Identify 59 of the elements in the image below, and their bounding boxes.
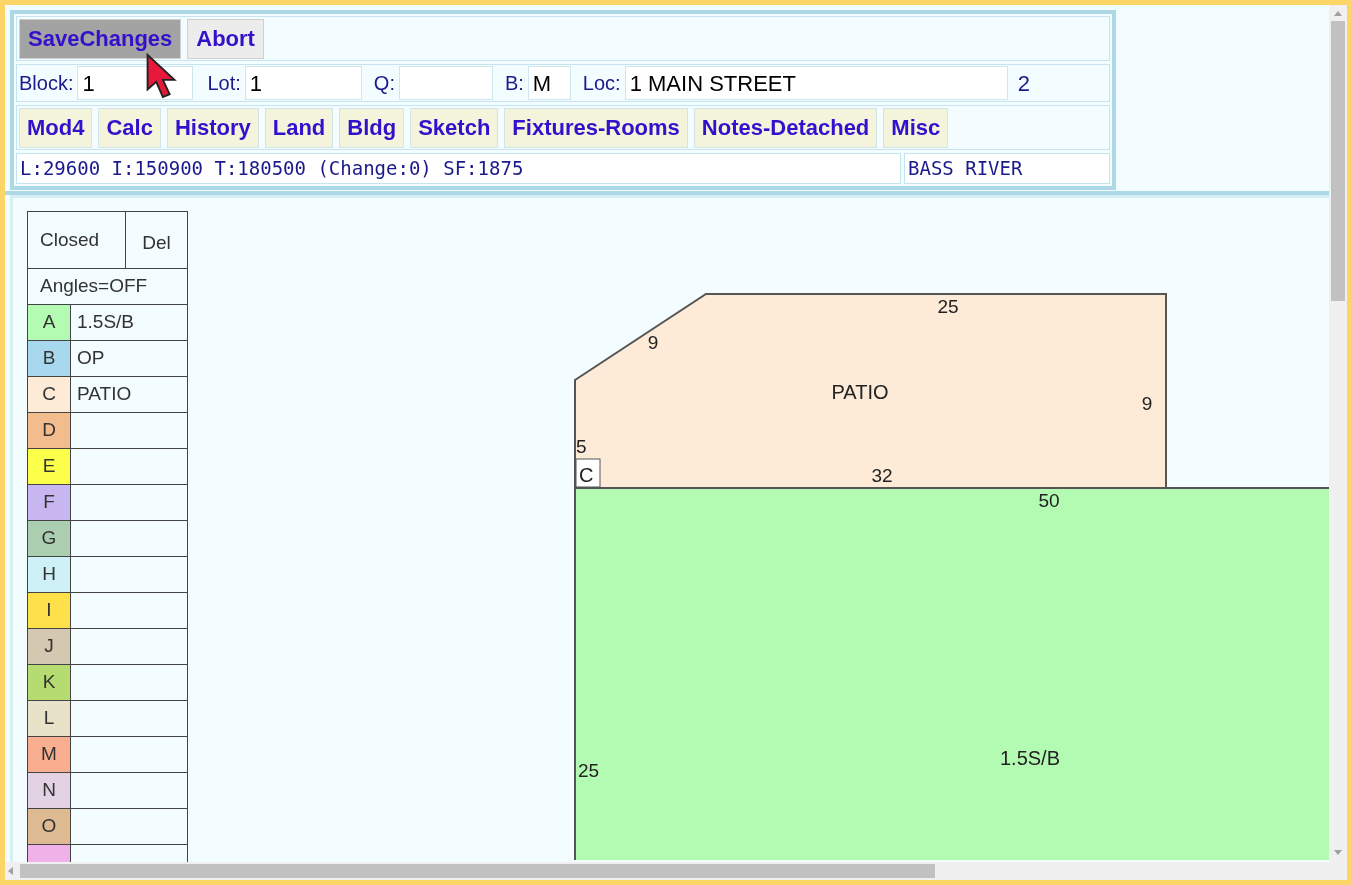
action-button[interactable]: SaveChanges — [19, 18, 182, 59]
dimension-label: 25 — [578, 760, 600, 781]
field-label: Loc: — [582, 71, 621, 96]
nav-tab[interactable]: Misc — [883, 107, 949, 148]
nav-tab[interactable]: Calc — [98, 107, 161, 148]
area-name-cell[interactable]: OP — [71, 341, 187, 376]
vertical-scrollbar[interactable] — [1329, 5, 1347, 880]
text-field[interactable]: M — [527, 66, 571, 100]
scrollbar-thumb[interactable] — [20, 864, 935, 878]
color-swatch[interactable]: G — [28, 521, 71, 556]
color-swatch[interactable]: E — [28, 449, 71, 484]
card-number: 2 — [1017, 69, 1030, 98]
field-label: Block: — [19, 71, 74, 96]
color-swatch[interactable]: N — [28, 773, 71, 808]
action-button[interactable]: Abort — [187, 18, 264, 59]
color-swatch[interactable]: B — [28, 341, 71, 376]
text-field[interactable]: 1 — [244, 66, 362, 100]
area-name-cell[interactable]: PATIO — [71, 377, 187, 412]
scrollbar-thumb[interactable] — [1331, 21, 1345, 301]
color-swatch[interactable]: I — [28, 593, 71, 628]
dimension-label: 5 — [576, 436, 587, 457]
field-label: B: — [504, 71, 524, 96]
dimension-label: 50 — [1038, 490, 1060, 511]
area-name: BASS RIVER — [904, 153, 1110, 184]
color-swatch[interactable]: K — [28, 665, 71, 700]
area-marker[interactable]: C — [575, 458, 601, 488]
nav-tab[interactable]: Fixtures-Rooms — [504, 107, 688, 148]
text-field[interactable] — [398, 66, 493, 100]
nav-tab[interactable]: Mod4 — [19, 107, 93, 148]
horizontal-scrollbar[interactable] — [5, 862, 1329, 880]
nav-tab[interactable]: Bldg — [339, 107, 405, 148]
color-swatch[interactable]: F — [28, 485, 71, 520]
color-swatch[interactable]: D — [28, 413, 71, 448]
room-label: PATIO — [831, 381, 889, 403]
nav-tab[interactable]: Sketch — [410, 107, 499, 148]
text-field[interactable]: 1 MAIN STREET — [624, 66, 1008, 100]
nav-tab[interactable]: Notes-Detached — [693, 107, 878, 148]
color-swatch[interactable]: M — [28, 737, 71, 772]
sketch-canvas[interactable]: 1.5S/B 50 25 PATIO 25 9 9 5 C 32 Closed Del Angles=OFF A 1.5S/B B OP C PATIO D E F G H I J K L M N O — [10, 195, 1329, 862]
room-label: 1.5S/B — [1000, 747, 1060, 769]
area-name-cell[interactable]: 1.5S/B — [71, 305, 187, 340]
closed-toggle[interactable]: Closed — [28, 212, 126, 268]
color-swatch[interactable]: L — [28, 701, 71, 736]
color-swatch[interactable]: C — [28, 377, 71, 412]
color-swatch[interactable]: J — [28, 629, 71, 664]
cursor-icon — [145, 53, 177, 99]
delete-button[interactable]: Del — [126, 212, 187, 268]
field-label: Q: — [373, 71, 395, 96]
dimension-label: 32 — [871, 465, 893, 486]
dimension-label: 9 — [647, 332, 659, 353]
color-swatch[interactable]: H — [28, 557, 71, 592]
dimension-label: 25 — [937, 296, 959, 317]
summary-bar: L:29600 I:150900 T:180500 (Change:0) SF:1875 — [16, 153, 901, 184]
dimension-label: 9 — [1141, 393, 1153, 414]
color-swatch[interactable]: O — [28, 809, 71, 844]
nav-tab[interactable]: History — [166, 107, 259, 148]
field-label: Lot: — [207, 71, 241, 96]
nav-tab[interactable]: Land — [264, 107, 334, 148]
color-swatch[interactable]: A — [28, 305, 71, 340]
